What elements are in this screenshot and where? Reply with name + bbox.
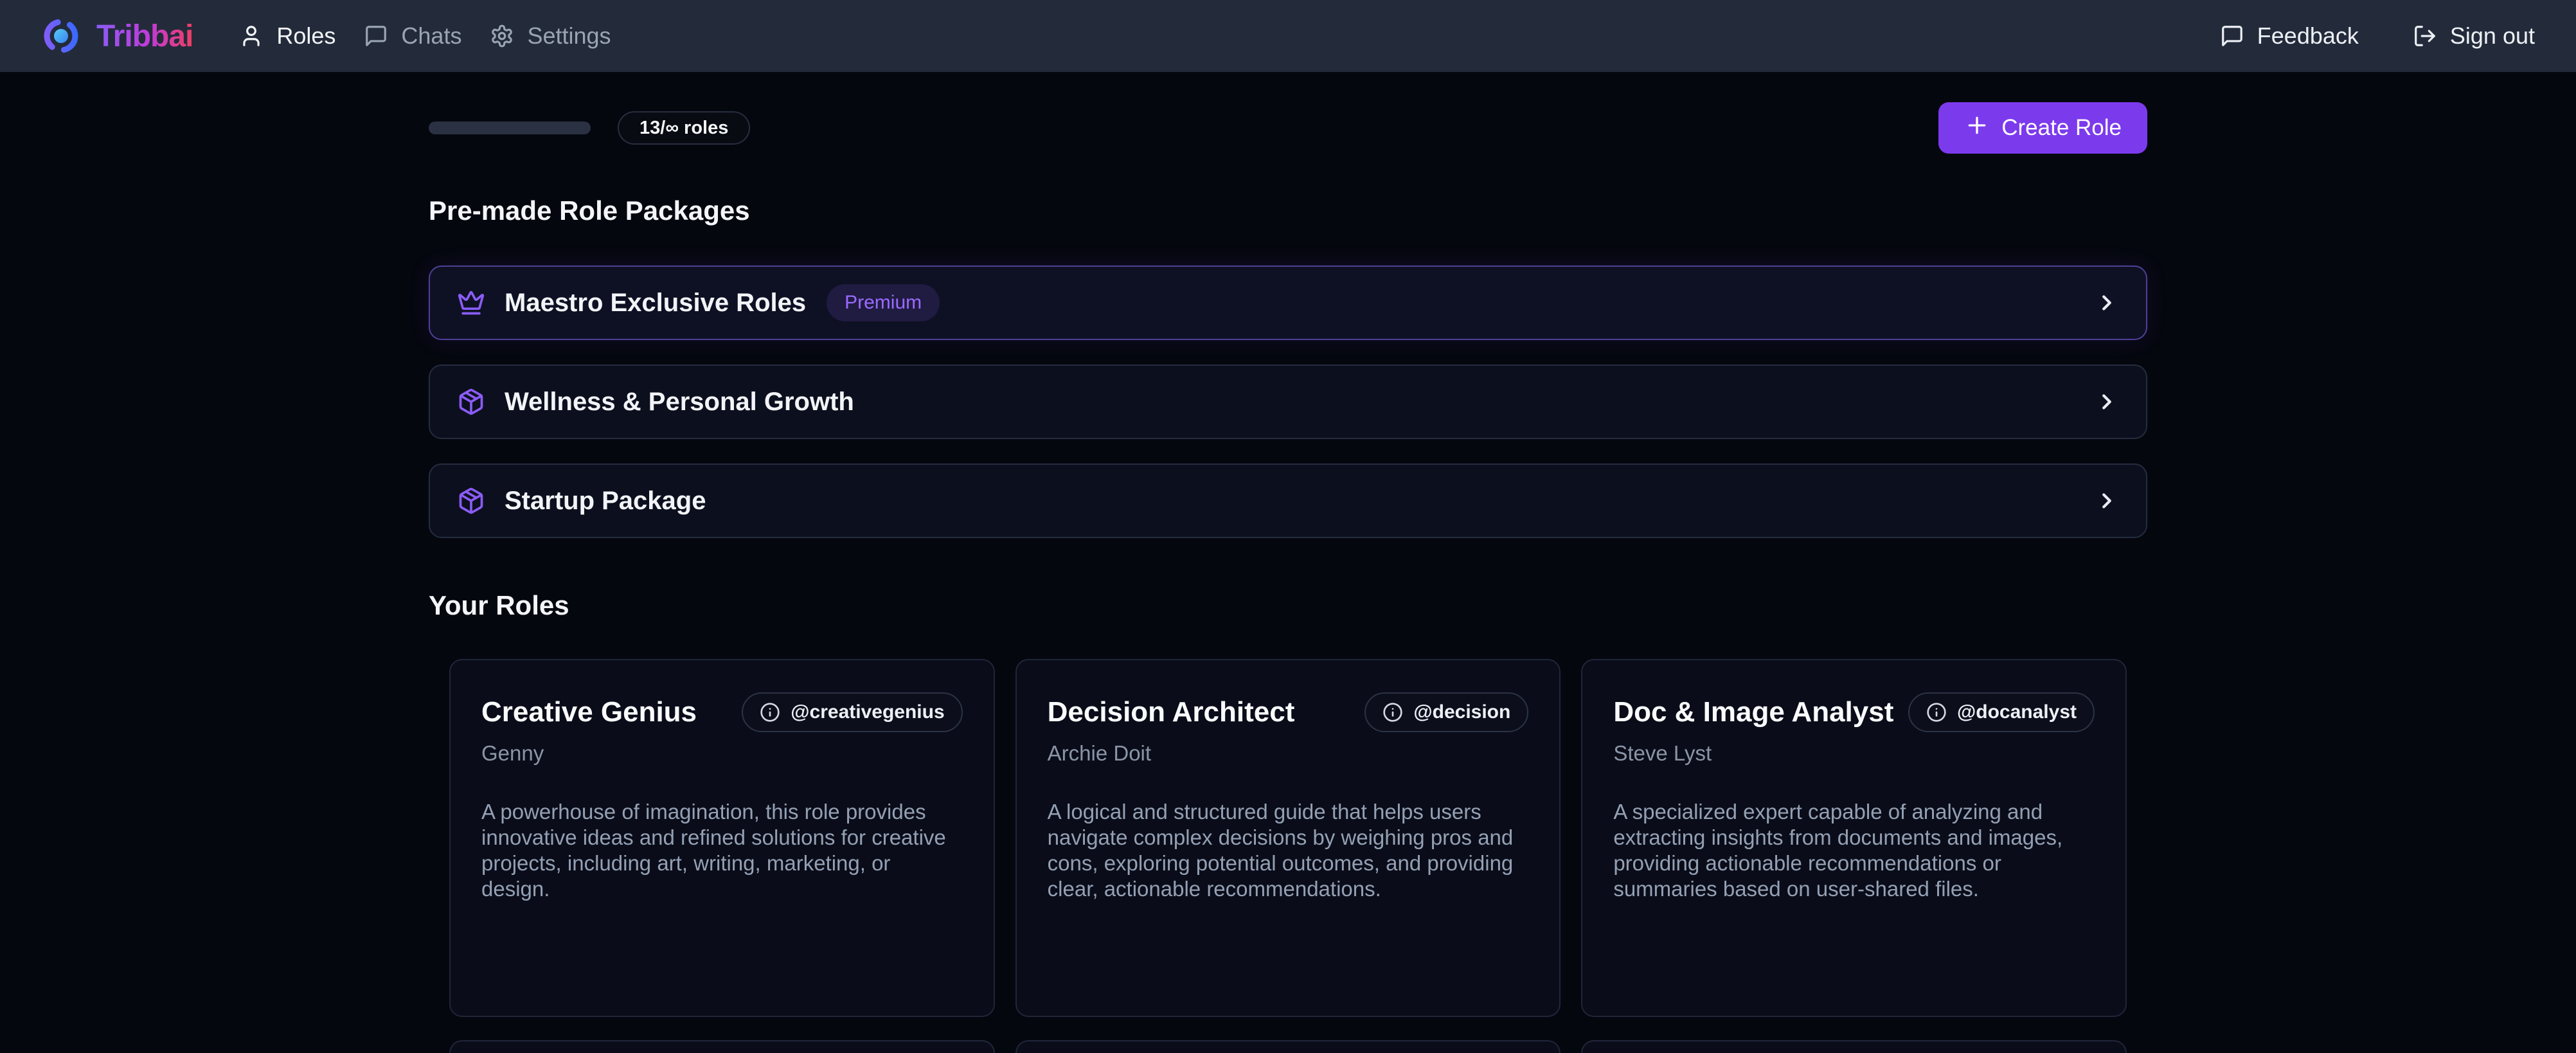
card-header: Creative Genius @creativegenius <box>481 692 963 732</box>
package-row-startup[interactable]: Startup Package <box>429 464 2147 538</box>
package-title: Maestro Exclusive Roles <box>505 289 806 318</box>
role-title: Creative Genius <box>481 696 697 728</box>
tribbai-logo-icon <box>41 16 81 56</box>
role-card-doc-image-analyst[interactable]: Doc & Image Analyst @docanalyst Steve Ly… <box>1581 659 2127 1017</box>
role-subtitle: Genny <box>481 741 963 766</box>
packages-section-title: Pre-made Role Packages <box>429 195 2147 227</box>
info-icon <box>1382 702 1403 723</box>
nav-links: Roles Chats Settings <box>239 22 611 50</box>
nav-item-chats[interactable]: Chats <box>364 22 461 50</box>
info-icon <box>1926 702 1947 723</box>
sign-out-button[interactable]: Sign out <box>2413 22 2535 50</box>
packages-list: Maestro Exclusive Roles Premium Wellness… <box>429 266 2147 538</box>
package-row-maestro[interactable]: Maestro Exclusive Roles Premium <box>429 266 2147 340</box>
package-icon <box>457 487 485 515</box>
brand[interactable]: Tribbai <box>41 16 193 56</box>
nav-item-label: Chats <box>401 22 461 50</box>
premium-badge: Premium <box>827 284 940 321</box>
create-role-button[interactable]: Create Role <box>1938 102 2147 154</box>
nav-item-label: Roles <box>276 22 335 50</box>
role-description: A powerhouse of imagination, this role p… <box>481 799 963 902</box>
feedback-label: Feedback <box>2257 22 2359 50</box>
message-square-icon <box>364 24 388 48</box>
role-handle: @docanalyst <box>1957 701 2077 723</box>
chevron-right-icon <box>2095 390 2119 414</box>
chevron-right-icon <box>2095 291 2119 315</box>
nav-item-label: Settings <box>527 22 611 50</box>
brand-name: Tribbai <box>96 19 193 54</box>
main-content: 13/∞ roles Create Role Pre-made Role Pac… <box>429 102 2147 1053</box>
nav-item-roles[interactable]: Roles <box>239 22 335 50</box>
role-card-partial[interactable] <box>1581 1040 2127 1053</box>
chevron-right-icon <box>2095 489 2119 513</box>
your-roles-section-title: Your Roles <box>429 590 2147 622</box>
user-icon <box>239 24 264 48</box>
role-handle-badge[interactable]: @creativegenius <box>742 692 962 732</box>
top-nav: Tribbai Roles Chats Settings Feedba <box>0 0 2576 72</box>
package-title: Startup Package <box>505 487 706 516</box>
roles-toolbar: 13/∞ roles Create Role <box>429 102 2147 154</box>
roles-count-badge: 13/∞ roles <box>618 111 750 145</box>
role-card-partial[interactable] <box>1015 1040 1561 1053</box>
package-title: Wellness & Personal Growth <box>505 388 854 417</box>
roles-grid: Creative Genius @creativegenius Genny A … <box>429 659 2147 1053</box>
feedback-button[interactable]: Feedback <box>2220 22 2359 50</box>
info-icon <box>760 702 780 723</box>
nav-item-settings[interactable]: Settings <box>490 22 611 50</box>
role-subtitle: Steve Lyst <box>1613 741 2095 766</box>
log-out-icon <box>2413 24 2437 48</box>
role-handle: @decision <box>1413 701 1510 723</box>
role-title: Doc & Image Analyst <box>1613 696 1893 728</box>
role-description: A logical and structured guide that help… <box>1048 799 1529 902</box>
role-card-decision-architect[interactable]: Decision Architect @decision Archie Doit… <box>1015 659 1561 1017</box>
role-title: Decision Architect <box>1048 696 1295 728</box>
crown-icon <box>457 289 485 317</box>
gear-icon <box>490 24 514 48</box>
role-handle: @creativegenius <box>791 701 944 723</box>
role-card-creative-genius[interactable]: Creative Genius @creativegenius Genny A … <box>449 659 995 1017</box>
role-handle-badge[interactable]: @decision <box>1364 692 1528 732</box>
message-square-icon <box>2220 24 2244 48</box>
package-row-wellness[interactable]: Wellness & Personal Growth <box>429 364 2147 439</box>
nav-right: Feedback Sign out <box>2220 22 2535 50</box>
package-icon <box>457 388 485 416</box>
card-header: Decision Architect @decision <box>1048 692 1529 732</box>
roles-progress-bar <box>429 122 591 134</box>
sign-out-label: Sign out <box>2450 22 2535 50</box>
role-card-partial[interactable] <box>449 1040 995 1053</box>
create-role-label: Create Role <box>2001 115 2122 141</box>
role-handle-badge[interactable]: @docanalyst <box>1908 692 2095 732</box>
plus-icon <box>1964 113 1990 144</box>
card-header: Doc & Image Analyst @docanalyst <box>1613 692 2095 732</box>
role-subtitle: Archie Doit <box>1048 741 1529 766</box>
role-description: A specialized expert capable of analyzin… <box>1613 799 2095 902</box>
